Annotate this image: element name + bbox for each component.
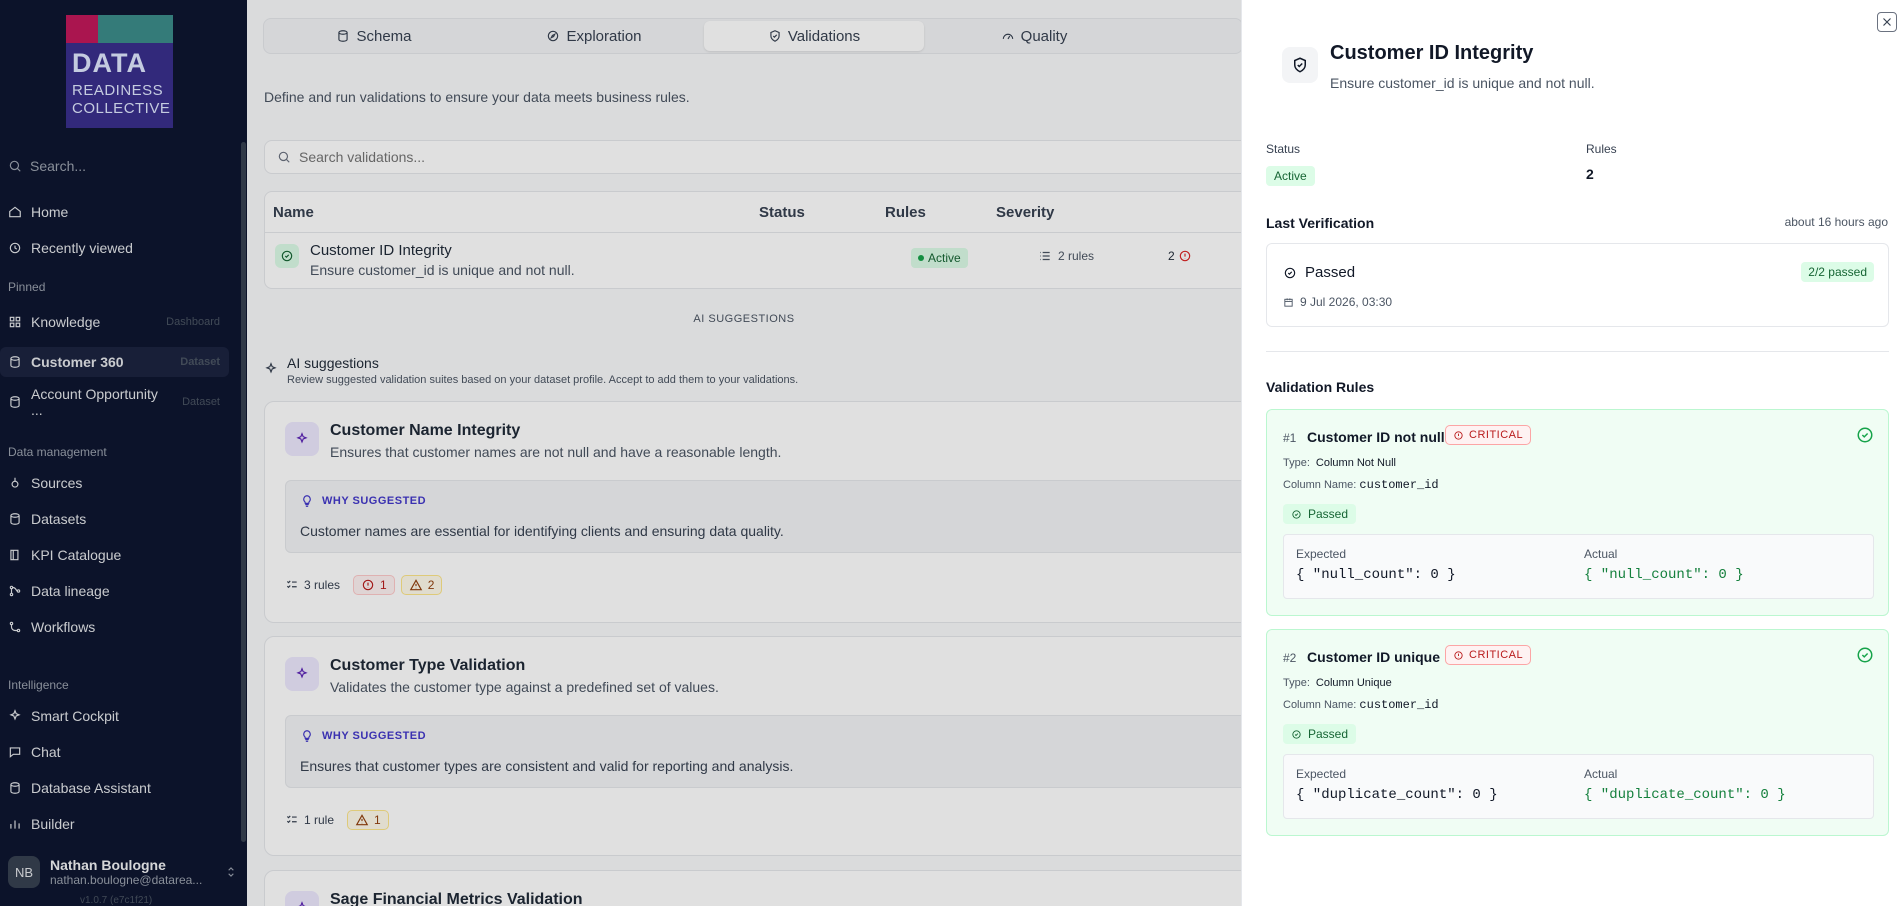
- last-verification-time: about 16 hours ago: [1784, 215, 1888, 229]
- rule-type-label: Type:: [1283, 457, 1310, 469]
- expected-actual-box: Expected { "duplicate_count": 0 } Actual…: [1283, 754, 1874, 819]
- rule-column: Column Name: customer_id: [1283, 698, 1439, 712]
- check-circle-icon: [1856, 646, 1874, 669]
- verification-date-label: 9 Jul 2026, 03:30: [1300, 295, 1393, 309]
- rule-result-label: Passed: [1308, 727, 1349, 741]
- actual-value: { "null_count": 0 }: [1584, 567, 1744, 583]
- severity-label: CRITICAL: [1469, 649, 1524, 661]
- rule-type: Type: Column Not Null: [1283, 457, 1396, 469]
- expected-actual-box: Expected { "null_count": 0 } Actual { "n…: [1283, 534, 1874, 599]
- close-icon: [1880, 15, 1894, 29]
- validation-rule-card: #1 Customer ID not null CRITICAL Type: Co…: [1266, 409, 1889, 616]
- last-verification-heading: Last Verification: [1266, 215, 1375, 231]
- rule-number: #2: [1283, 651, 1297, 665]
- expected-value: { "duplicate_count": 0 }: [1296, 787, 1498, 803]
- shield-check-icon: [1282, 47, 1318, 83]
- rule-result-label: Passed: [1308, 507, 1349, 521]
- actual-label: Actual: [1584, 547, 1618, 561]
- calendar-icon: [1283, 297, 1294, 308]
- passed-summary-badge: 2/2 passed: [1801, 262, 1874, 282]
- rule-type-value: Column Not Null: [1315, 457, 1396, 469]
- modal-overlay[interactable]: [0, 0, 1241, 906]
- alert-circle-icon: [1453, 650, 1464, 661]
- status-badge: Active: [1266, 166, 1315, 186]
- rule-number: #1: [1283, 431, 1297, 445]
- alert-circle-icon: [1453, 430, 1464, 441]
- verification-result-label: Passed: [1305, 264, 1356, 281]
- expected-label: Expected: [1296, 767, 1347, 781]
- severity-label: CRITICAL: [1469, 429, 1524, 441]
- actual-label: Actual: [1584, 767, 1618, 781]
- rule-column-label: Column Name:: [1283, 699, 1357, 711]
- verification-date: 9 Jul 2026, 03:30: [1283, 295, 1392, 309]
- divider: [1266, 351, 1889, 352]
- rule-column-value: customer_id: [1359, 478, 1439, 492]
- status-label: Status: [1266, 142, 1301, 156]
- check-circle-icon: [1283, 266, 1297, 280]
- rule-result-badge: Passed: [1283, 724, 1357, 744]
- check-circle-icon: [1856, 426, 1874, 449]
- last-verification-card: Passed 9 Jul 2026, 03:30 2/2 passed: [1266, 243, 1889, 327]
- expected-label: Expected: [1296, 547, 1347, 561]
- check-circle-icon: [1291, 509, 1302, 520]
- rule-column-value: customer_id: [1359, 698, 1439, 712]
- severity-badge: CRITICAL: [1445, 425, 1532, 445]
- panel-title: Customer ID Integrity: [1330, 42, 1534, 64]
- rule-column: Column Name: customer_id: [1283, 478, 1439, 492]
- rule-result-badge: Passed: [1283, 504, 1357, 524]
- validation-detail-panel: Customer ID Integrity Ensure customer_id…: [1241, 0, 1902, 906]
- panel-subtitle: Ensure customer_id is unique and not nul…: [1330, 75, 1595, 91]
- rule-type-value: Column Unique: [1315, 677, 1392, 689]
- rule-name: Customer ID not null: [1307, 429, 1445, 445]
- rules-label: Rules: [1586, 142, 1617, 156]
- verification-result: Passed: [1283, 264, 1355, 281]
- rule-name: Customer ID unique: [1307, 649, 1441, 665]
- rule-column-label: Column Name:: [1283, 479, 1357, 491]
- expected-value: { "null_count": 0 }: [1296, 567, 1456, 583]
- validation-rules-heading: Validation Rules: [1266, 379, 1375, 395]
- rule-type-label: Type:: [1283, 677, 1310, 689]
- rules-count: 2: [1586, 166, 1594, 182]
- check-circle-icon: [1291, 729, 1302, 740]
- severity-badge: CRITICAL: [1445, 645, 1532, 665]
- rule-type: Type: Column Unique: [1283, 677, 1392, 689]
- close-button[interactable]: [1877, 12, 1897, 32]
- actual-value: { "duplicate_count": 0 }: [1584, 787, 1786, 803]
- validation-rule-card: #2 Customer ID unique CRITICAL Type: Colu…: [1266, 629, 1889, 836]
